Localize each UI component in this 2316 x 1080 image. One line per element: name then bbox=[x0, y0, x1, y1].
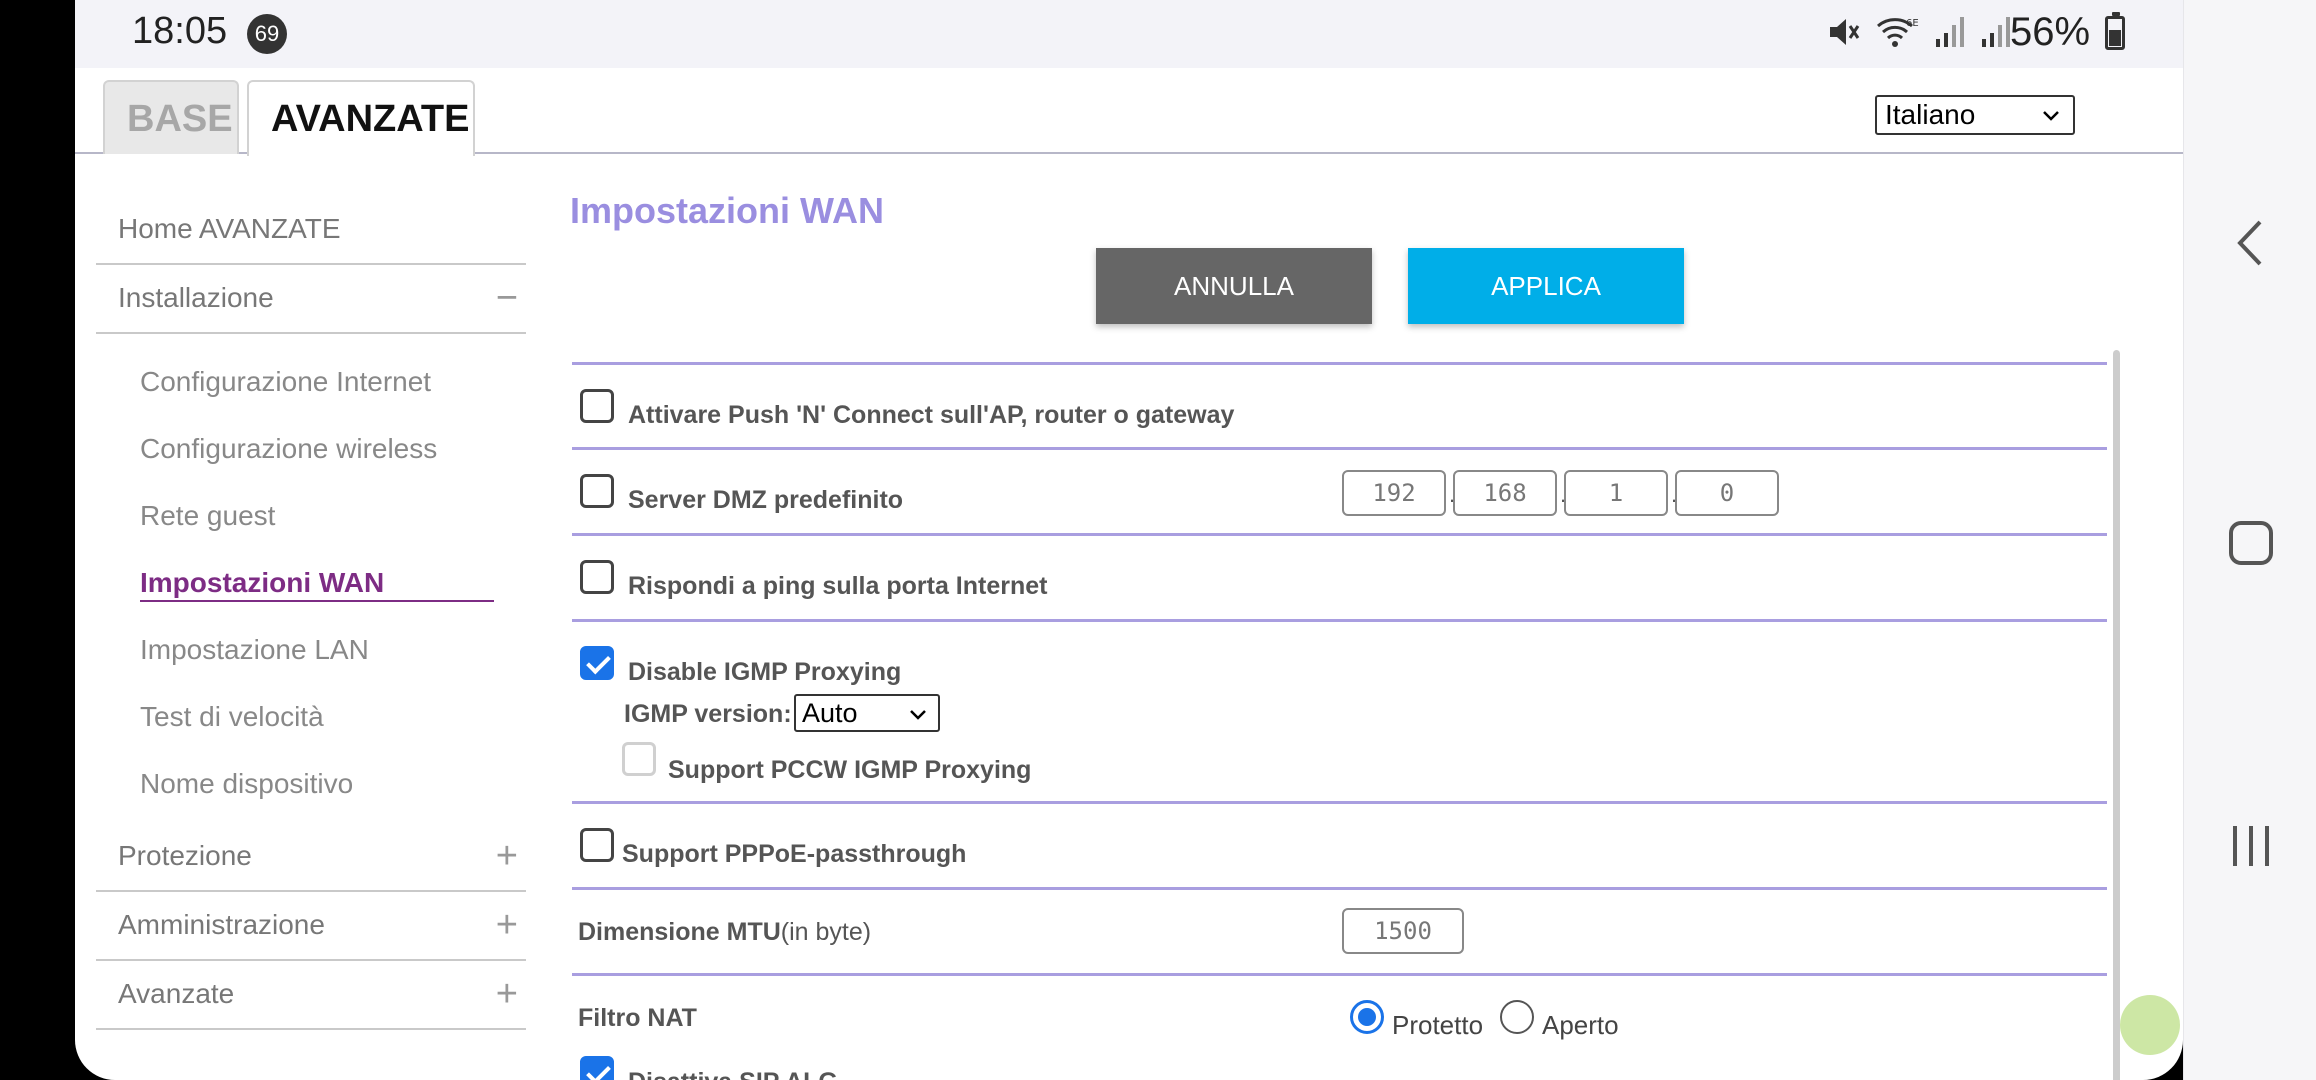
sidebar-item-nome-dispositivo[interactable]: Nome dispositivo bbox=[96, 750, 526, 817]
disable-igmp-checkbox[interactable] bbox=[580, 646, 614, 680]
phone-screen: 18:05 69 6E 56% BASE AVANZATE Italiano H… bbox=[75, 0, 2183, 1080]
status-time: 18:05 bbox=[132, 10, 228, 52]
language-select[interactable]: Italiano bbox=[1875, 95, 2075, 135]
disable-igmp-label: Disable IGMP Proxying bbox=[628, 658, 902, 686]
tab-advanced[interactable]: AVANZATE bbox=[247, 80, 475, 156]
row-nat: Filtro NAT Protetto Aperto bbox=[572, 976, 2107, 1056]
sidebar: Home AVANZATE Installazione − Configuraz… bbox=[96, 196, 526, 1030]
expand-icon[interactable]: + bbox=[496, 823, 518, 889]
sidebar-section-avanzate[interactable]: Avanzate + bbox=[96, 961, 526, 1030]
dmz-ip-octet-1[interactable]: 192 bbox=[1342, 470, 1446, 516]
scrollbar[interactable] bbox=[2113, 350, 2120, 1080]
igmp-version-select[interactable]: Auto bbox=[794, 694, 940, 732]
pppoe-checkbox[interactable] bbox=[580, 828, 614, 862]
sidebar-item-label: Amministrazione bbox=[118, 909, 325, 940]
push-connect-label: Attivare Push 'N' Connect sull'AP, route… bbox=[628, 401, 1235, 429]
navigation-bar bbox=[2183, 0, 2316, 1080]
nat-protected-label: Protetto bbox=[1392, 1010, 1484, 1040]
back-icon[interactable] bbox=[2232, 218, 2268, 268]
signal-icon bbox=[1936, 17, 1964, 47]
sidebar-section-amministrazione[interactable]: Amministrazione + bbox=[96, 892, 526, 961]
signal-icon bbox=[1982, 17, 2010, 47]
row-pppoe: Support PPPoE-passthrough bbox=[572, 804, 2107, 890]
row-push-connect: Attivare Push 'N' Connect sull'AP, route… bbox=[572, 362, 2107, 450]
top-tabs: BASE AVANZATE Italiano bbox=[75, 68, 2183, 156]
dmz-ip-octet-4[interactable]: 0 bbox=[1675, 470, 1779, 516]
pccw-igmp-checkbox[interactable] bbox=[622, 742, 656, 776]
row-sip-alg: Disattiva SIP ALG bbox=[572, 1056, 2107, 1080]
row-igmp: Disable IGMP Proxying IGMP version: Auto… bbox=[572, 622, 2107, 804]
sidebar-item-configurazione-internet[interactable]: Configurazione Internet bbox=[96, 348, 526, 415]
watermark: tecnoandroid bbox=[2120, 995, 2183, 1055]
sidebar-item-configurazione-wireless[interactable]: Configurazione wireless bbox=[96, 415, 526, 482]
nat-protected-radio[interactable] bbox=[1350, 1000, 1384, 1034]
pccw-igmp-label: Support PCCW IGMP Proxying bbox=[668, 756, 1032, 784]
mtu-input[interactable]: 1500 bbox=[1342, 908, 1464, 954]
status-bar: 18:05 69 6E 56% bbox=[75, 0, 2183, 68]
tab-base[interactable]: BASE bbox=[103, 80, 239, 154]
pppoe-label: Support PPPoE-passthrough bbox=[622, 840, 967, 868]
igmp-version-value: Auto bbox=[802, 698, 858, 728]
status-icons: 6E bbox=[1826, 14, 2012, 50]
chevron-down-icon bbox=[910, 710, 926, 720]
mtu-unit: (in byte) bbox=[780, 918, 872, 946]
dmz-label: Server DMZ predefinito bbox=[628, 486, 904, 514]
expand-icon[interactable]: + bbox=[496, 961, 518, 1027]
main-content: Impostazioni WAN ANNULLA APPLICA Attivar… bbox=[570, 190, 2135, 1080]
push-connect-checkbox[interactable] bbox=[580, 389, 614, 423]
row-ping: Rispondi a ping sulla porta Internet bbox=[572, 536, 2107, 622]
sidebar-item-label: Installazione bbox=[118, 282, 274, 313]
mtu-label: Dimensione MTU(in byte) bbox=[578, 918, 871, 947]
battery-icon bbox=[2105, 12, 2125, 50]
nat-open-label: Aperto bbox=[1542, 1010, 1619, 1040]
sidebar-item-label: Home AVANZATE bbox=[118, 213, 341, 244]
sidebar-item-impostazioni-wan[interactable]: Impostazioni WAN bbox=[96, 549, 526, 616]
wan-settings-list: Attivare Push 'N' Connect sull'AP, route… bbox=[572, 362, 2107, 1080]
sidebar-section-protezione[interactable]: Protezione + bbox=[96, 823, 526, 892]
installazione-submenu: Configurazione Internet Configurazione w… bbox=[96, 334, 526, 823]
igmp-version-label: IGMP version: bbox=[624, 700, 792, 728]
chevron-down-icon bbox=[2043, 111, 2059, 121]
mute-icon bbox=[1830, 19, 1860, 45]
mtu-label-text: Dimensione MTU bbox=[578, 918, 781, 946]
dmz-checkbox[interactable] bbox=[580, 474, 614, 508]
sip-alg-label: Disattiva SIP ALG bbox=[628, 1068, 838, 1080]
svg-text:6E: 6E bbox=[1906, 18, 1919, 29]
ping-checkbox[interactable] bbox=[580, 560, 614, 594]
battery-percent: 56% bbox=[2010, 10, 2091, 54]
battery-fill bbox=[2109, 30, 2121, 46]
nat-open-radio[interactable] bbox=[1500, 1000, 1534, 1034]
dmz-ip-octet-2[interactable]: 168 bbox=[1453, 470, 1557, 516]
sidebar-item-impostazione-lan[interactable]: Impostazione LAN bbox=[96, 616, 526, 683]
ping-label: Rispondi a ping sulla porta Internet bbox=[628, 572, 1048, 600]
collapse-icon[interactable]: − bbox=[496, 265, 518, 331]
cancel-button[interactable]: ANNULLA bbox=[1096, 248, 1372, 324]
sidebar-item-label: Avanzate bbox=[118, 978, 235, 1009]
page-title: Impostazioni WAN bbox=[570, 190, 884, 231]
apply-button[interactable]: APPLICA bbox=[1408, 248, 1684, 324]
sip-alg-checkbox[interactable] bbox=[580, 1056, 614, 1080]
sidebar-item-test-velocita[interactable]: Test di velocità bbox=[96, 683, 526, 750]
wifi-6e-icon: 6E bbox=[1877, 18, 1919, 47]
sidebar-item-home[interactable]: Home AVANZATE bbox=[96, 196, 526, 265]
sidebar-item-label: Protezione bbox=[118, 840, 252, 871]
row-dmz: Server DMZ predefinito 192 . 168 . 1 . 0 bbox=[572, 450, 2107, 536]
recent-apps-icon[interactable] bbox=[2230, 823, 2272, 869]
home-icon[interactable] bbox=[2228, 520, 2274, 566]
dmz-ip-octet-3[interactable]: 1 bbox=[1564, 470, 1668, 516]
nat-filter-label: Filtro NAT bbox=[578, 1004, 697, 1032]
expand-icon[interactable]: + bbox=[496, 892, 518, 958]
row-mtu: Dimensione MTU(in byte) 1500 bbox=[572, 890, 2107, 976]
language-selected: Italiano bbox=[1885, 99, 1976, 130]
android-logo-icon bbox=[2120, 995, 2180, 1055]
notification-count-badge: 69 bbox=[247, 14, 287, 54]
sidebar-section-installazione[interactable]: Installazione − bbox=[96, 265, 526, 334]
sidebar-item-rete-guest[interactable]: Rete guest bbox=[96, 482, 526, 549]
